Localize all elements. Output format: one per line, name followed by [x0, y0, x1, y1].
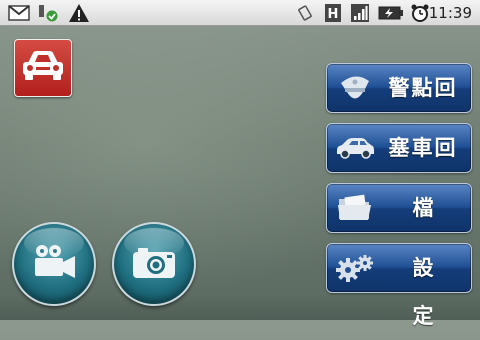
police-report-label: 警點回報 [388, 76, 458, 148]
folder-icon [333, 190, 377, 226]
police-cap-icon [333, 70, 377, 106]
camera-icon [130, 243, 178, 285]
status-clock: 11:39 [428, 4, 472, 22]
battery-charging-icon [378, 3, 404, 23]
police-report-button[interactable]: 警點回報 [326, 63, 472, 148]
h-data-icon: H [324, 3, 342, 23]
warning-icon [68, 3, 90, 23]
settings-button[interactable]: 設定 [326, 243, 472, 328]
signal-icon [350, 3, 370, 23]
status-bar: H 11:39 [0, 0, 480, 26]
alarm-icon [410, 3, 430, 23]
take-photo-button[interactable] [112, 222, 196, 306]
vibrate-icon [296, 3, 314, 23]
traffic-report-label: 塞車回報 [388, 136, 458, 208]
car-icon [20, 49, 66, 87]
svg-text:H: H [328, 7, 339, 22]
app-logo-button[interactable] [14, 39, 72, 97]
settings-label: 設定 [412, 256, 456, 328]
traffic-report-button[interactable]: 塞車回報 [326, 123, 472, 208]
main-screen: 警點回報 塞車回報 檔案 [0, 26, 480, 328]
gmail-icon [8, 3, 30, 23]
files-label: 檔案 [412, 196, 456, 268]
car-icon [333, 130, 377, 166]
video-camera-icon [29, 242, 79, 286]
gears-icon [333, 250, 377, 286]
files-button[interactable]: 檔案 [326, 183, 472, 268]
usb-debug-icon [36, 3, 60, 23]
record-video-button[interactable] [12, 222, 96, 306]
